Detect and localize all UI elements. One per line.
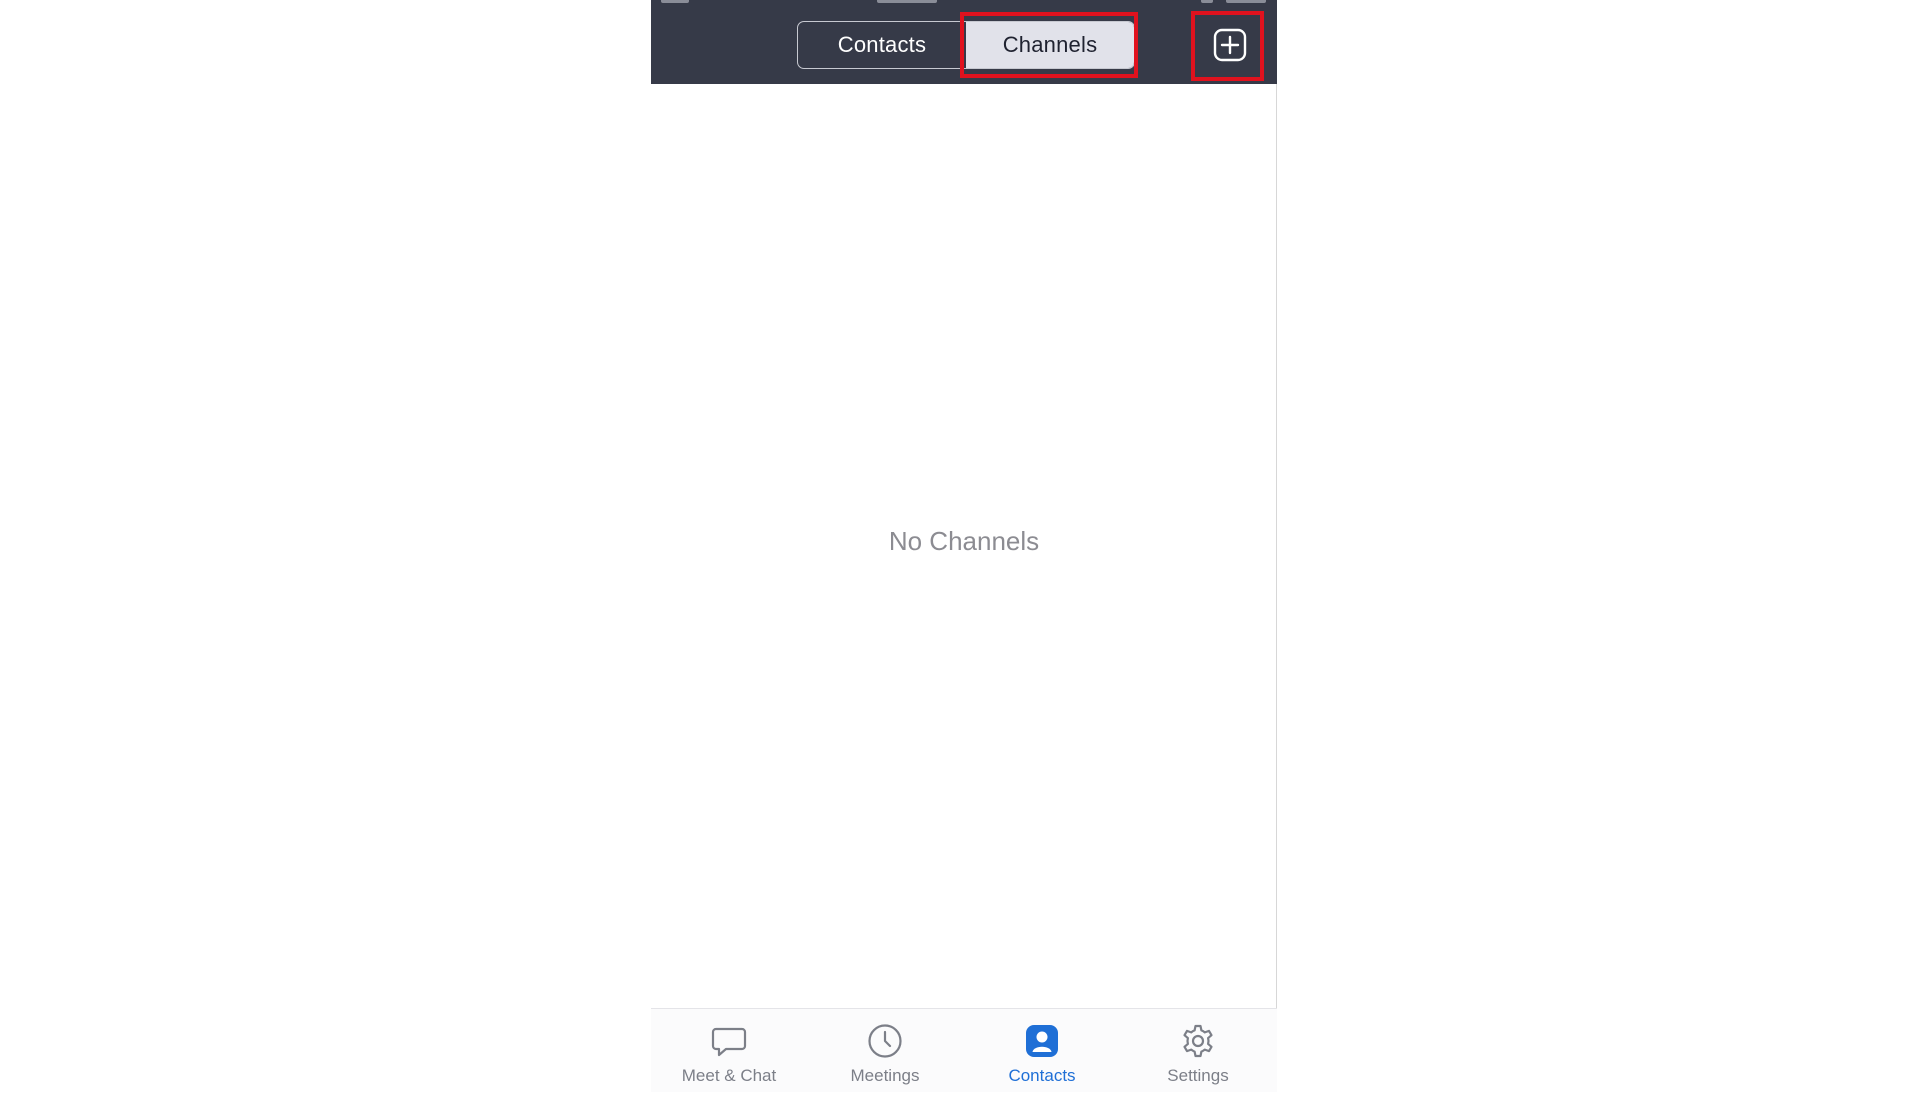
contacts-channels-segmented-control: Contacts Channels <box>797 21 1135 69</box>
tab-label-meet-and-chat: Meet & Chat <box>681 1066 777 1085</box>
status-bar <box>651 0 1277 4</box>
tab-meet-and-chat[interactable]: Meet & Chat <box>651 1009 807 1093</box>
clock-indicator <box>877 0 937 3</box>
gear-icon <box>1183 1024 1213 1058</box>
tab-label-settings: Settings <box>1167 1066 1229 1085</box>
add-channel-button[interactable] <box>1213 28 1247 62</box>
tab-settings[interactable]: Settings <box>1120 1009 1276 1093</box>
segment-channels[interactable]: Channels <box>966 22 1134 68</box>
tab-contacts[interactable]: Contacts <box>964 1009 1120 1093</box>
tab-meetings[interactable]: Meetings <box>807 1009 963 1093</box>
chat-bubble-icon <box>711 1027 747 1057</box>
tab-label-contacts: Contacts <box>1008 1066 1076 1085</box>
clock-icon <box>868 1024 902 1058</box>
battery-indicator <box>1226 0 1266 3</box>
bottom-tab-bar: Meet & Chat Meetings Contacts Settings <box>651 1008 1277 1092</box>
tab-label-meetings: Meetings <box>850 1066 920 1085</box>
plus-square-icon <box>1213 28 1247 62</box>
segment-contacts[interactable]: Contacts <box>798 22 966 68</box>
empty-state-message: No Channels <box>888 526 1040 556</box>
top-navigation-bar: Contacts Channels <box>651 0 1277 84</box>
app-window: Contacts Channels No Channels Meet & Cha… <box>651 0 1277 1092</box>
signal-indicator <box>661 0 689 3</box>
location-indicator <box>1201 0 1213 3</box>
contact-card-icon <box>1026 1025 1058 1057</box>
